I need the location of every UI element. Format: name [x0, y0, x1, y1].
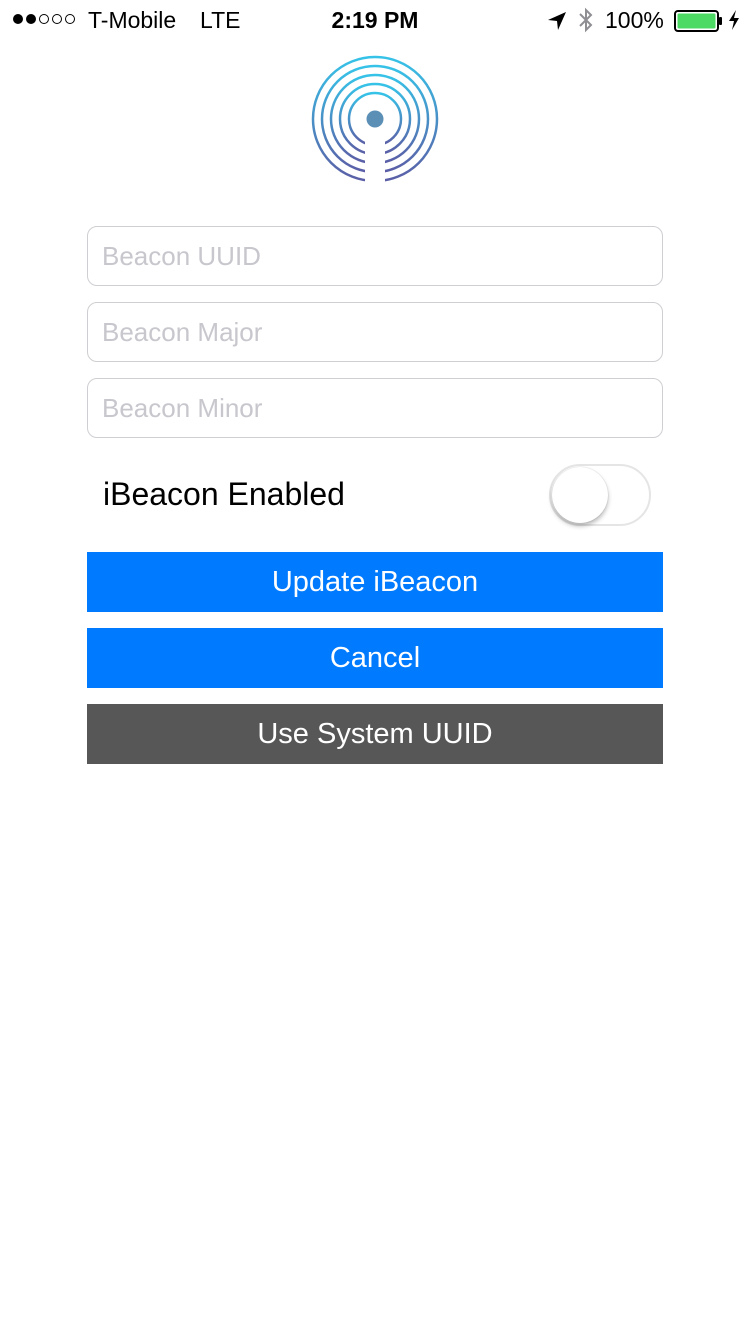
ibeacon-enabled-toggle[interactable] — [549, 464, 651, 526]
beacon-minor-input[interactable] — [87, 378, 663, 438]
battery-percent: 100% — [605, 7, 664, 33]
update-ibeacon-button[interactable]: Update iBeacon — [87, 552, 663, 612]
ibeacon-enabled-label: iBeacon Enabled — [103, 476, 345, 512]
location-arrow-icon — [547, 10, 567, 37]
charging-bolt-icon — [727, 9, 741, 37]
bluetooth-icon — [578, 7, 594, 39]
beacon-signal-icon — [310, 54, 440, 191]
screen: T-Mobile LTE 2:19 PM 100% Beacon UUID Be… — [0, 0, 750, 1334]
status-bar: T-Mobile LTE 2:19 PM 100% — [0, 0, 750, 40]
battery-icon — [674, 10, 724, 38]
toggle-knob — [552, 467, 608, 523]
cancel-button[interactable]: Cancel — [87, 628, 663, 688]
beacon-uuid-input[interactable] — [87, 226, 663, 286]
beacon-major-input[interactable] — [87, 302, 663, 362]
use-system-uuid-button[interactable]: Use System UUID — [87, 704, 663, 764]
